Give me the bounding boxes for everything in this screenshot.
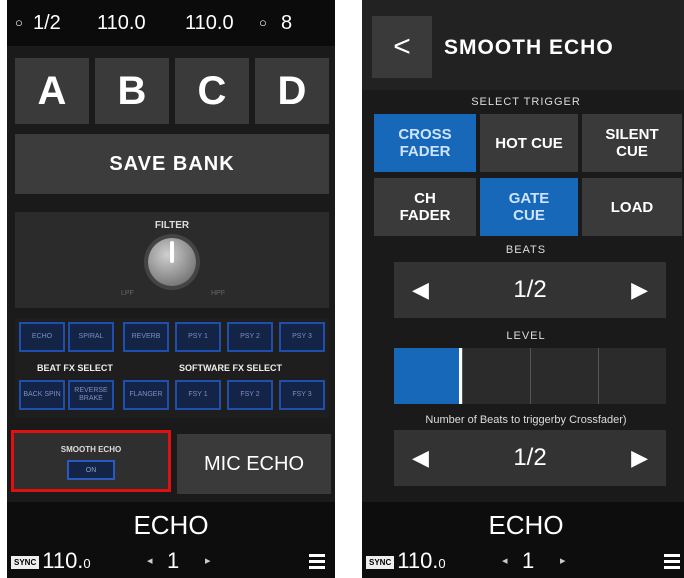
- level-divider: [598, 348, 599, 404]
- software-fx-select-label: SOFTWARE FX SELECT: [179, 363, 283, 373]
- menu-icon[interactable]: [664, 554, 680, 572]
- level-fill: [394, 348, 462, 404]
- fx-reverse-brake-button[interactable]: REVERSE BRAKE: [68, 380, 114, 410]
- trigger-label: SILENT CUE: [605, 126, 659, 160]
- filter-knob[interactable]: [148, 238, 196, 286]
- bpm-decimal: 0: [438, 556, 446, 571]
- bpm-main: 110.: [42, 548, 84, 573]
- trigger-label: LOAD: [610, 198, 654, 216]
- count-value: 8: [281, 12, 293, 34]
- trigger-label: HOT CUE: [495, 134, 563, 152]
- trigger-label: CROSS FADER: [398, 126, 452, 160]
- fx-flanger-button[interactable]: FLANGER: [123, 380, 169, 410]
- lpf-label: LPF: [121, 290, 134, 297]
- page-number: 1: [167, 548, 180, 573]
- beat-value: 1/2: [33, 12, 61, 34]
- bpm-value-1: 110.0: [97, 12, 146, 34]
- trigger-ch-fader-button[interactable]: CH FADER: [374, 178, 476, 236]
- bank-c-button[interactable]: C: [175, 58, 249, 124]
- page-next-button[interactable]: ▸: [205, 554, 211, 567]
- trigger-hot-cue-button[interactable]: HOT CUE: [480, 114, 578, 172]
- trigger-silent-cue-button[interactable]: SILENT CUE: [582, 114, 682, 172]
- count-icon: ○: [259, 15, 267, 30]
- software-fx-6-button[interactable]: FSY 3: [279, 380, 325, 410]
- filter-label: FILTER: [154, 220, 190, 231]
- level-divider: [530, 348, 531, 404]
- mic-echo-button[interactable]: MIC ECHO: [177, 434, 331, 494]
- trigger-label: CH FADER: [399, 190, 451, 224]
- level-label: LEVEL: [506, 330, 546, 342]
- menu-icon[interactable]: [309, 554, 325, 572]
- fx-mode-label: ECHO: [488, 510, 564, 540]
- beat-fx-screen: ○ 1/2 110.0 110.0 ○ 8 A B C D SAVE BANK …: [7, 0, 335, 578]
- screen-header: < SMOOTH ECHO: [362, 0, 684, 90]
- software-fx-2-button[interactable]: PSY 2: [227, 322, 273, 352]
- deck-footer: ECHO SYNC 110.0 ◂ 1 ▸: [7, 502, 335, 578]
- trigger-label: GATE CUE: [508, 190, 550, 224]
- trigger-gate-cue-button[interactable]: GATE CUE: [480, 178, 578, 236]
- beats-value: 1/2: [513, 276, 547, 303]
- smooth-echo-screen: < SMOOTH ECHO SELECT TRIGGER CROSS FADER…: [362, 0, 684, 578]
- beats-label: BEATS: [505, 244, 547, 256]
- trigger-beats-stepper: ◀ 1/2 ▶: [394, 430, 666, 486]
- smooth-echo-on-toggle[interactable]: ON: [67, 460, 115, 480]
- page-prev-button[interactable]: ◂: [147, 554, 153, 567]
- fx-reverb-button[interactable]: REVERB: [123, 322, 169, 352]
- bank-d-button[interactable]: D: [255, 58, 329, 124]
- trigger-beats-value: 1/2: [513, 444, 547, 471]
- beats-stepper: ◀ 1/2 ▶: [394, 262, 666, 318]
- smooth-echo-label: SMOOTH ECHO: [60, 445, 122, 454]
- bpm-main: 110.: [397, 548, 439, 573]
- beats-description: Number of Beats to triggerby Crossfader): [425, 414, 627, 426]
- status-bar: ○ 1/2 110.0 110.0 ○ 8: [7, 0, 335, 46]
- page-number: 1: [522, 548, 535, 573]
- fx-back-spin-button[interactable]: BACK SPIN: [19, 380, 65, 410]
- bpm-value-2: 110.0: [185, 12, 234, 34]
- filter-panel: FILTER LPF HPF: [15, 212, 329, 308]
- page-next-button[interactable]: ▸: [560, 554, 566, 567]
- back-button[interactable]: <: [372, 16, 432, 78]
- software-fx-1-button[interactable]: PSY 1: [175, 322, 221, 352]
- beat-icon: ○: [15, 15, 23, 30]
- trigger-load-button[interactable]: LOAD: [582, 178, 682, 236]
- beat-fx-select-label: BEAT FX SELECT: [37, 363, 113, 373]
- software-fx-4-button[interactable]: FSY 1: [175, 380, 221, 410]
- page-title: SMOOTH ECHO: [444, 36, 614, 59]
- beats-increase-button[interactable]: ▶: [631, 277, 648, 303]
- deck-footer: ECHO SYNC 110.0 ◂ 1 ▸: [362, 502, 684, 578]
- software-fx-3-button[interactable]: PSY 3: [279, 322, 325, 352]
- bpm-display: SYNC 110.0: [11, 548, 91, 574]
- sync-badge: SYNC: [11, 555, 40, 569]
- level-divider: [462, 348, 463, 404]
- smooth-echo-button[interactable]: SMOOTH ECHO ON: [11, 430, 171, 492]
- sync-badge: SYNC: [366, 555, 395, 569]
- bank-a-button[interactable]: A: [15, 58, 89, 124]
- fx-spiral-button[interactable]: SPIRAL: [68, 322, 114, 352]
- bank-b-button[interactable]: B: [95, 58, 169, 124]
- fx-echo-button[interactable]: ECHO: [19, 322, 65, 352]
- bpm-decimal: 0: [83, 556, 91, 571]
- trigger-beats-increase-button[interactable]: ▶: [631, 445, 648, 471]
- hpf-label: HPF: [211, 290, 225, 297]
- page-prev-button[interactable]: ◂: [502, 554, 508, 567]
- bpm-display: SYNC 110.0: [366, 548, 446, 574]
- save-bank-button[interactable]: SAVE BANK: [15, 134, 329, 194]
- software-fx-5-button[interactable]: FSY 2: [227, 380, 273, 410]
- fx-mode-label: ECHO: [133, 510, 209, 540]
- trigger-cross-fader-button[interactable]: CROSS FADER: [374, 114, 476, 172]
- level-slider[interactable]: [394, 348, 666, 404]
- select-trigger-label: SELECT TRIGGER: [471, 96, 581, 108]
